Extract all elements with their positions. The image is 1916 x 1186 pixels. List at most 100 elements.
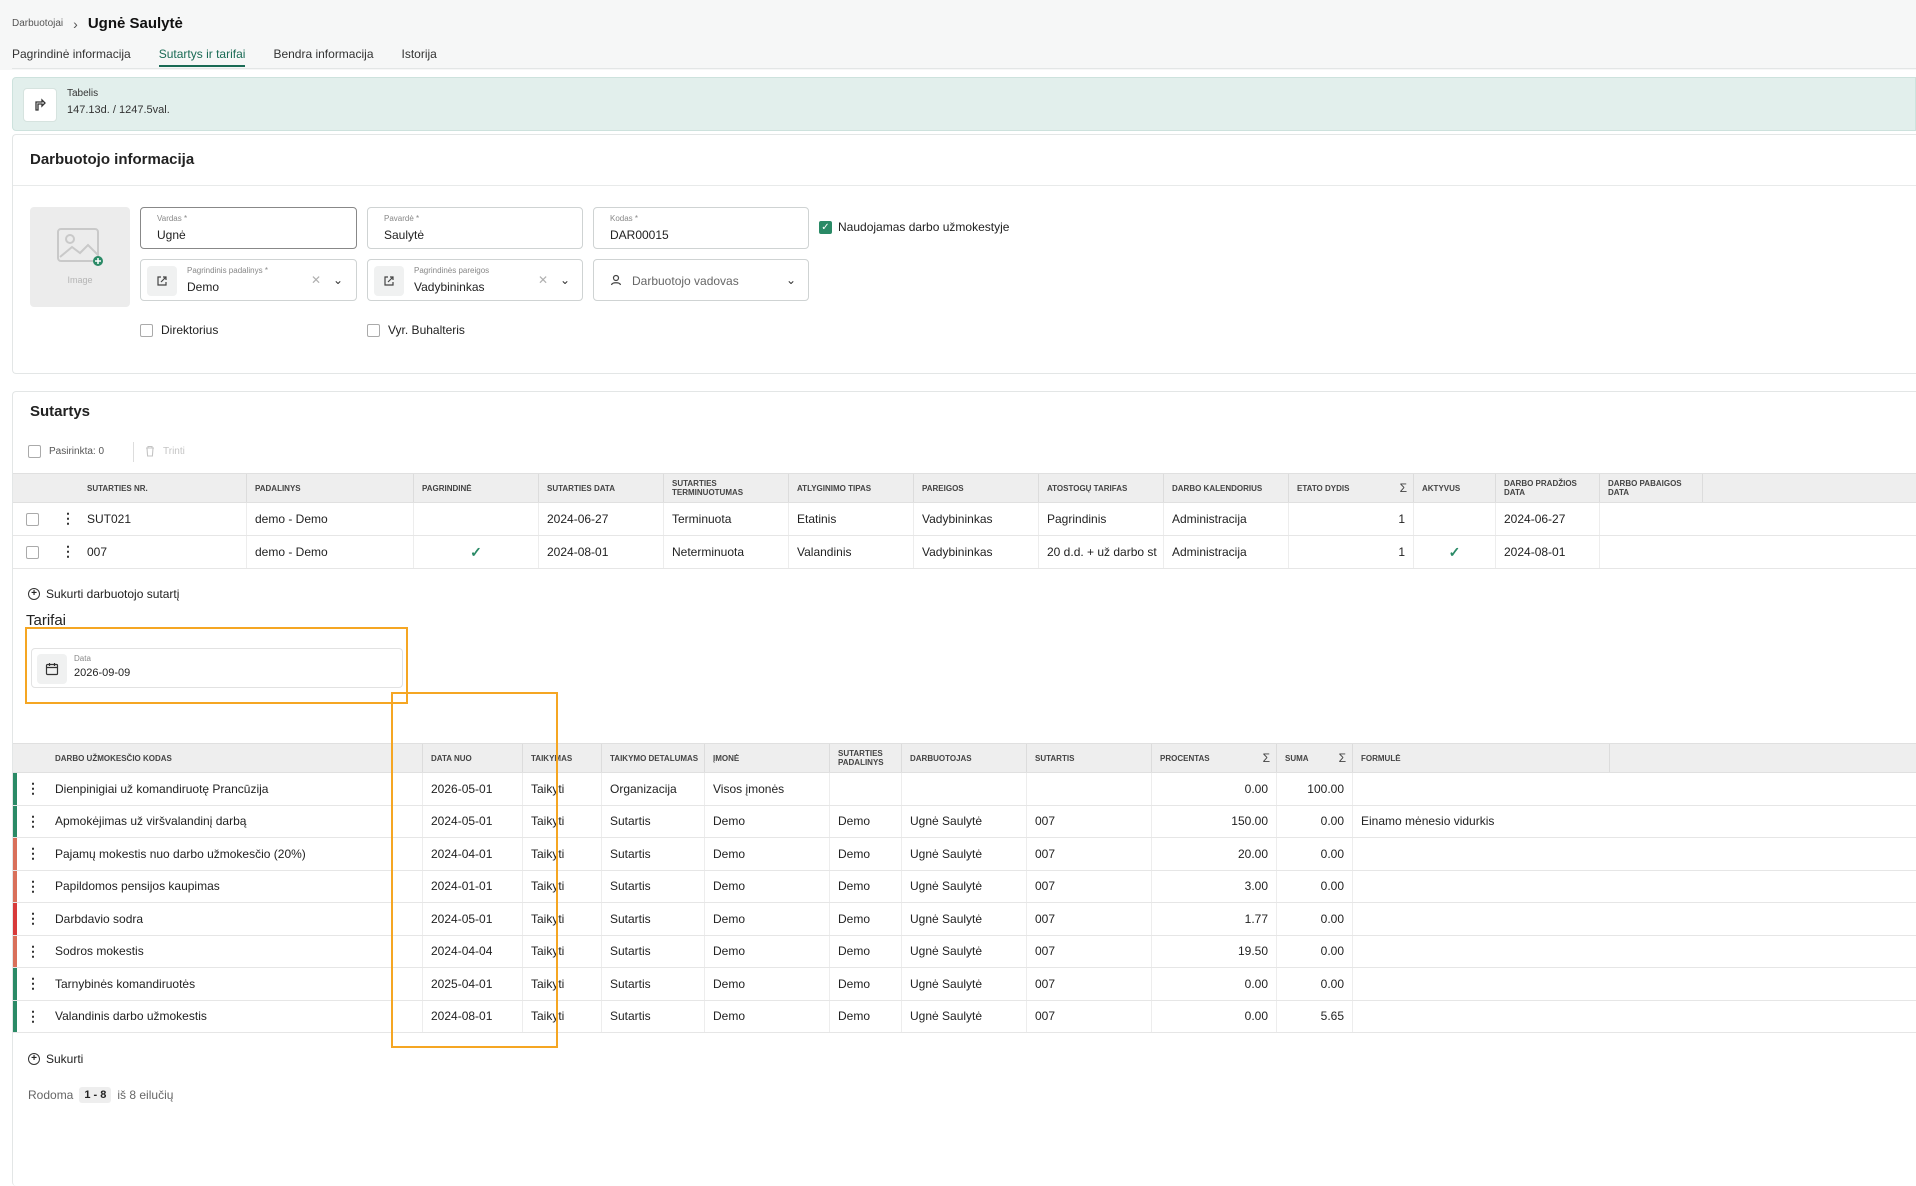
- cell-employee-text: Ugnė Saulytė: [910, 879, 983, 894]
- table-row[interactable]: ⋮ Papildomos pensijos kaupimas 2024-01-01 T…: [13, 870, 1916, 903]
- col-contract-date[interactable]: Sutarties data: [538, 474, 663, 502]
- table-row[interactable]: ⋮ SUT021 demo - Demo 2024-06-27 Terminuota Et…: [13, 503, 1916, 536]
- col-percent[interactable]: Procentas Σ: [1151, 744, 1276, 772]
- table-row[interactable]: ⋮ Dienpinigiai už komandiruotę Prancūzija…: [13, 773, 1916, 806]
- kebab-menu-icon[interactable]: ⋮: [26, 780, 40, 797]
- table-row[interactable]: ⋮ Pajamų mokestis nuo darbo užmokesčio (2…: [13, 838, 1916, 871]
- kebab-menu-icon[interactable]: ⋮: [26, 975, 40, 992]
- col-end-date[interactable]: Darbo pabaigos data: [1599, 474, 1703, 502]
- department-select[interactable]: Pagrindinis padalinys * Demo ✕ ⌄: [140, 259, 357, 301]
- cell-company-text: Demo: [713, 879, 746, 894]
- select-all-checkbox[interactable]: Pasirinkta: 0: [28, 445, 104, 458]
- col-company[interactable]: Įmonė: [704, 744, 829, 772]
- table-row[interactable]: ⋮ Tarnybinės komandiruotės 2025-04-01 Taiky…: [13, 968, 1916, 1001]
- col-vacation-tariff[interactable]: Atostogų tarifas: [1038, 474, 1163, 502]
- create-contract-link[interactable]: + Sukurti darbuotojo sutartį: [28, 587, 179, 601]
- col-main[interactable]: Pagrindinė: [413, 474, 538, 502]
- cell-payroll-code-text: Darbdavio sodra: [55, 911, 144, 926]
- plus-circle-icon: +: [28, 1053, 40, 1065]
- col-fte-label: Etato dydis: [1297, 483, 1350, 493]
- delete-button[interactable]: Trinti: [145, 445, 185, 457]
- code-field[interactable]: Kodas * DAR00015: [593, 207, 809, 249]
- director-checkbox[interactable]: Direktorius: [140, 323, 218, 337]
- col-formula[interactable]: Formulė: [1352, 744, 1610, 772]
- col-start-date[interactable]: Darbo pradžios data: [1495, 474, 1599, 502]
- tab-contracts-tariffs[interactable]: Sutartys ir tarifai: [158, 47, 246, 67]
- table-row[interactable]: ⋮ Sodros mokestis 2024-04-04 Taikyti Sutarti…: [13, 935, 1916, 968]
- sum-icon[interactable]: Σ: [1400, 482, 1407, 494]
- kebab-menu-icon[interactable]: ⋮: [26, 1008, 40, 1025]
- col-contract-term[interactable]: Sutarties terminuotumas: [663, 474, 788, 502]
- table-row[interactable]: ⋮ 007 demo - Demo ✓ 2024-08-01 Neterminuota Va…: [13, 536, 1916, 569]
- kebab-menu-icon[interactable]: ⋮: [61, 510, 75, 527]
- col-position[interactable]: Pareigos: [913, 474, 1038, 502]
- table-row[interactable]: ⋮ Darbdavio sodra 2024-05-01 Taikyti Sutarti…: [13, 903, 1916, 936]
- col-sum[interactable]: Suma Σ: [1276, 744, 1352, 772]
- date-field[interactable]: Data 2026-09-09: [31, 648, 403, 688]
- cell-sum: 0.00: [1276, 968, 1352, 1000]
- col-application[interactable]: Taikymas: [522, 744, 601, 772]
- checkbox-box[interactable]: [28, 445, 41, 458]
- chevron-down-icon[interactable]: ⌄: [786, 273, 796, 287]
- cell-date-from: 2026-05-01: [422, 773, 522, 805]
- chief-accountant-checkbox[interactable]: Vyr. Buhalteris: [367, 323, 465, 337]
- col-department[interactable]: Padalinys: [246, 474, 413, 502]
- check-icon[interactable]: ✓: [819, 220, 832, 234]
- kebab-menu-icon[interactable]: ⋮: [26, 878, 40, 895]
- sum-icon[interactable]: Σ: [1339, 752, 1346, 764]
- row-checkbox[interactable]: [26, 513, 39, 526]
- col-fte[interactable]: Etato dydis Σ: [1288, 474, 1413, 502]
- position-select[interactable]: Pagrindinės pareigos Vadybininkas ✕ ⌄: [367, 259, 583, 301]
- last-name-field[interactable]: Pavardė * Saulytė: [367, 207, 583, 249]
- external-link-icon[interactable]: [147, 266, 177, 296]
- col-pay-type[interactable]: Atlyginimo tipas: [788, 474, 913, 502]
- col-employee[interactable]: Darbuotojas: [901, 744, 1026, 772]
- chevron-down-icon[interactable]: ⌄: [333, 273, 343, 287]
- clear-icon[interactable]: ✕: [311, 273, 321, 287]
- chevron-down-icon[interactable]: ⌄: [560, 273, 570, 287]
- col-work-calendar[interactable]: Darbo kalendorius: [1163, 474, 1288, 502]
- create-tariff-link[interactable]: + Sukurti: [28, 1052, 83, 1066]
- image-placeholder-icon: [57, 228, 103, 266]
- kebab-menu-icon[interactable]: ⋮: [26, 910, 40, 927]
- kebab-menu-icon[interactable]: ⋮: [26, 943, 40, 960]
- cell-percent: 1.77: [1151, 903, 1276, 935]
- checkbox-box[interactable]: [367, 323, 380, 337]
- row-checkbox[interactable]: [26, 546, 39, 559]
- sum-icon[interactable]: Σ: [1263, 752, 1270, 764]
- cell-sum: 0.00: [1276, 870, 1352, 902]
- used-in-payroll-label: Naudojamas darbo užmokestyje: [838, 220, 1010, 234]
- cell-employee-text: Ugnė Saulytė: [910, 911, 983, 926]
- first-name-field[interactable]: Vardas * Ugnė: [140, 207, 357, 249]
- col-active[interactable]: Aktyvus: [1413, 474, 1495, 502]
- table-row[interactable]: ⋮ Valandinis darbo užmokestis 2024-08-01 Ta…: [13, 1000, 1916, 1033]
- col-date-from[interactable]: Data nuo: [422, 744, 522, 772]
- col-contract-nr[interactable]: Sutarties nr.: [79, 474, 246, 502]
- calendar-icon[interactable]: [37, 654, 67, 684]
- cell-application-text: Taikyti: [531, 944, 565, 959]
- external-link-icon[interactable]: [374, 266, 404, 296]
- tab-history[interactable]: Istorija: [402, 47, 437, 67]
- cell-contract-date-text: 2024-08-01: [547, 545, 609, 559]
- cell-percent-text: 0.00: [1244, 976, 1268, 991]
- tab-common-info[interactable]: Bendra informacija: [273, 47, 373, 67]
- kebab-menu-icon[interactable]: ⋮: [26, 813, 40, 830]
- col-payroll-code[interactable]: Darbo užmokesčio kodas: [47, 744, 422, 772]
- kebab-menu-icon[interactable]: ⋮: [26, 845, 40, 862]
- employee-photo[interactable]: Image: [30, 207, 130, 307]
- cell-contract-department-text: Demo: [838, 976, 871, 991]
- table-row[interactable]: ⋮ Apmokėjimas už viršvalandinį darbą 2024-…: [13, 805, 1916, 838]
- clear-icon[interactable]: ✕: [538, 273, 548, 287]
- timesheet-icon[interactable]: [23, 88, 57, 122]
- breadcrumb-parent-link[interactable]: Darbuotojai: [12, 18, 63, 29]
- status-strip: [13, 805, 17, 837]
- col-contract[interactable]: Sutartis: [1026, 744, 1151, 772]
- kebab-menu-icon[interactable]: ⋮: [61, 543, 75, 560]
- col-contract-department[interactable]: Sutarties padalinys: [829, 744, 901, 772]
- tab-general-info[interactable]: Pagrindinė informacija: [12, 47, 131, 67]
- breadcrumb: Darbuotojai › Ugnė Saulytė: [12, 15, 183, 32]
- checkbox-box[interactable]: [140, 323, 153, 337]
- col-application-detail[interactable]: Taikymo detalumas: [601, 744, 704, 772]
- used-in-payroll-checkbox[interactable]: ✓ Naudojamas darbo užmokestyje: [819, 220, 1009, 234]
- manager-select[interactable]: Darbuotojo vadovas ⌄: [593, 259, 809, 301]
